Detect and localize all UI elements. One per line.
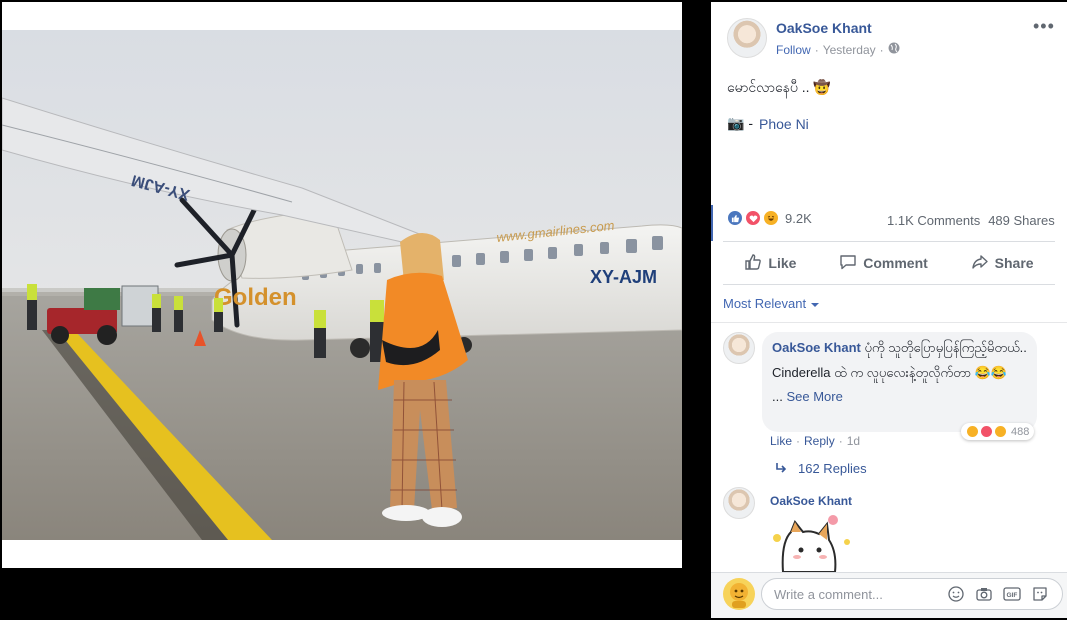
credit-prefix: 📷 - <box>727 115 753 131</box>
see-more: ... See More <box>772 388 1027 406</box>
like-label: Like <box>768 255 797 271</box>
camera-icon[interactable] <box>975 585 993 603</box>
sticker-icon[interactable] <box>1031 585 1049 603</box>
reaction-count[interactable]: 9.2K <box>785 211 812 226</box>
post-side-panel: OakSoe Khant Follow · Yesterday · ••• မေ… <box>711 2 1067 618</box>
plane-registration: XY-AJM <box>590 267 657 287</box>
credit-name-link[interactable]: Phoe Ni <box>759 116 809 132</box>
love-reaction-icon <box>745 210 761 226</box>
author-avatar[interactable] <box>727 18 767 58</box>
post-counts: 1.1K Comments 489 Shares <box>887 213 1055 228</box>
photo-frame: XY-AJM www.gmairlines.com XY-AJM Golden <box>2 2 682 568</box>
comment-text-line2: Cinderella ထဲ က လူပုလေးနဲ့တူလိုက်တာ 😂😂 <box>772 365 1008 380</box>
meta-separator-2: · <box>879 42 884 57</box>
comment-button[interactable]: Comment <box>839 253 928 274</box>
comment-meta-dot: · <box>796 434 801 448</box>
comment-author[interactable]: OakSoe Khant <box>772 340 861 355</box>
post-author-name[interactable]: OakSoe Khant <box>776 20 872 36</box>
reactions-summary[interactable]: 9.2K <box>727 210 812 226</box>
plane-brand: Golden <box>214 284 297 311</box>
globe-icon <box>888 42 900 57</box>
comments-count[interactable]: 1.1K Comments <box>887 213 980 228</box>
post-time[interactable]: Yesterday <box>823 43 876 57</box>
view-replies-link[interactable]: 162 Replies <box>776 461 867 476</box>
thumbs-up-icon <box>744 253 762 274</box>
compose-icons: GIF <box>947 585 1049 603</box>
comment-sort-dropdown[interactable]: Most Relevant <box>723 296 820 311</box>
sad-mini-icon <box>994 425 1007 438</box>
divider <box>723 241 1055 242</box>
commenter-avatar-2[interactable] <box>723 487 755 519</box>
emoji-icon[interactable] <box>947 585 965 603</box>
commenter-avatar[interactable] <box>723 332 755 364</box>
caret-down-icon <box>811 296 820 311</box>
comment-reply-link[interactable]: Reply <box>804 434 835 448</box>
haha-mini-icon <box>966 425 979 438</box>
like-reaction-icon <box>727 210 743 226</box>
haha-reaction-icon <box>763 210 779 226</box>
divider-2 <box>723 284 1055 285</box>
comment-label: Comment <box>863 255 928 271</box>
share-button[interactable]: Share <box>971 253 1034 274</box>
comment-reactions-badge[interactable]: 488 <box>961 423 1035 440</box>
post-meta: Follow · Yesterday · <box>776 42 900 57</box>
viewer-stage: XY-AJM www.gmairlines.com XY-AJM Golden <box>0 0 1067 620</box>
share-label: Share <box>994 255 1034 271</box>
active-indicator <box>711 205 713 241</box>
comment-meta-dot-2: · <box>838 434 843 448</box>
photo-credit: 📷 - Phoe Ni <box>727 115 809 132</box>
cat-sticker <box>761 512 851 573</box>
comment-like-link[interactable]: Like <box>770 434 792 448</box>
follow-link[interactable]: Follow <box>776 43 811 57</box>
comment-author-2[interactable]: OakSoe Khant <box>770 494 852 508</box>
comment-age[interactable]: 1d <box>847 434 860 448</box>
gif-icon[interactable]: GIF <box>1003 585 1021 603</box>
comment-bubble-icon <box>839 253 857 274</box>
photo-scene: XY-AJM www.gmairlines.com XY-AJM Golden <box>2 30 682 540</box>
viewer-avatar <box>723 578 755 610</box>
like-button[interactable]: Like <box>744 253 796 274</box>
post-photo[interactable]: XY-AJM www.gmairlines.com XY-AJM Golden <box>2 30 682 540</box>
meta-separator: · <box>814 42 819 57</box>
post-actions-bar: Like Comment Share <box>723 246 1055 280</box>
comment-bubble: OakSoe Khant ပုံကို သူတိုပြောမှပြန်ကြည့်… <box>762 332 1037 432</box>
post-caption: မောင်လာနေပီ .. 🤠 <box>727 79 831 95</box>
shares-count[interactable]: 489 Shares <box>988 213 1055 228</box>
love-mini-icon <box>980 425 993 438</box>
svg-text:GIF: GIF <box>1007 592 1018 599</box>
replies-count: 162 Replies <box>798 461 867 476</box>
comment-meta: Like · Reply · 1d <box>770 434 860 448</box>
see-more-link[interactable]: See More <box>786 389 842 404</box>
divider-3 <box>711 322 1067 323</box>
comment-reaction-count: 488 <box>1011 425 1030 438</box>
reply-arrow-icon <box>776 461 788 476</box>
comment-text-line1: ပုံကို သူတိုပြောမှပြန်ကြည့်မိတယ်.. <box>860 340 1027 355</box>
sort-label: Most Relevant <box>723 296 807 311</box>
share-arrow-icon <box>971 253 989 274</box>
more-options-icon[interactable]: ••• <box>1033 16 1055 37</box>
see-more-prefix: ... <box>772 389 783 404</box>
